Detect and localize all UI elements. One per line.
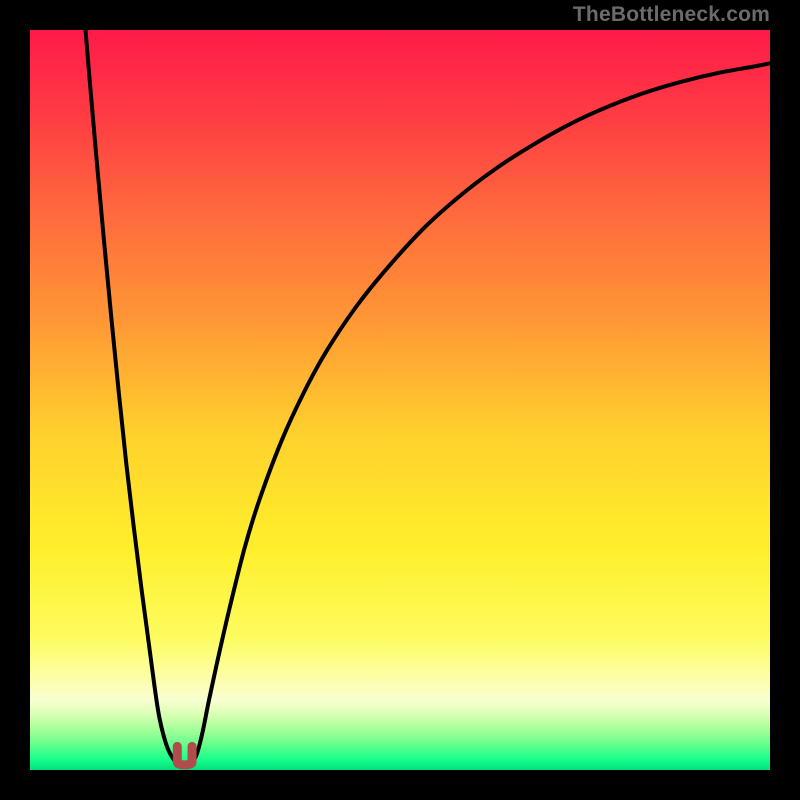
watermark-text: TheBottleneck.com [573,0,770,30]
outer-frame: TheBottleneck.com [0,0,800,800]
plot-area [30,30,770,770]
chart-svg [30,30,770,770]
gradient-rect [30,30,770,770]
